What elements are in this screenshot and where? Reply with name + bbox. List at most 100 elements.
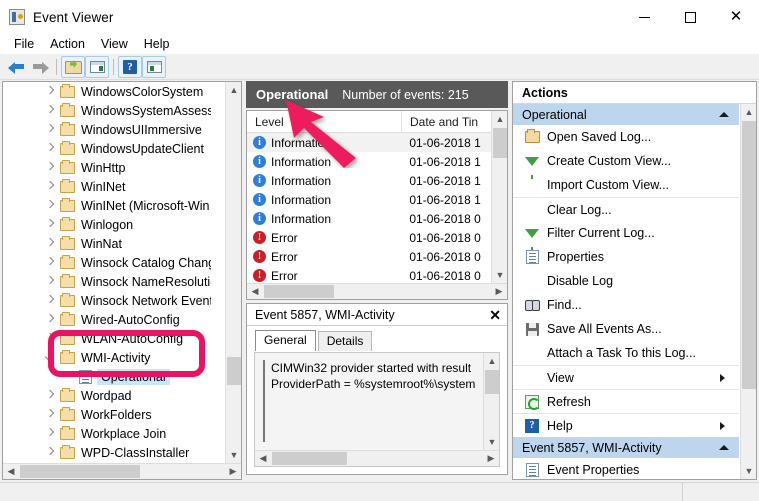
chevron-right-icon[interactable]: [45, 410, 54, 419]
detail-scroll-left-button[interactable]: ◀: [255, 451, 271, 466]
tree-scroll-right-button[interactable]: ▶: [225, 464, 241, 479]
chevron-up-icon[interactable]: [719, 445, 729, 450]
chevron-right-icon[interactable]: [45, 182, 54, 191]
close-icon[interactable]: ✕: [489, 308, 501, 322]
events-scroll-thumb[interactable]: [493, 128, 507, 158]
help-button[interactable]: ?: [118, 55, 142, 78]
action-disable-log[interactable]: Disable Log: [513, 269, 739, 293]
chevron-right-icon[interactable]: [45, 87, 54, 96]
actions-vertical-scrollbar[interactable]: ▲ ▼: [740, 104, 756, 479]
submenu-arrow-icon[interactable]: [720, 421, 725, 430]
tree-item-wlan-autoconfig[interactable]: WLAN-AutoConfig: [3, 329, 211, 348]
tree-item-winlogon[interactable]: Winlogon: [3, 215, 211, 234]
column-header-level[interactable]: Level: [247, 111, 402, 132]
show-hide-action-pane-button[interactable]: [142, 55, 166, 78]
tree-item-windowssystemassessr[interactable]: WindowsSystemAssessr: [3, 101, 211, 120]
chevron-right-icon[interactable]: [45, 277, 54, 286]
detail-scroll-right-button[interactable]: ▶: [483, 451, 499, 466]
close-button[interactable]: ✕: [713, 0, 759, 34]
events-horizontal-scrollbar[interactable]: ◀ ▶: [247, 283, 507, 299]
actions-group-operational[interactable]: Operational: [513, 104, 739, 125]
action-save-all-events-as[interactable]: Save All Events As...: [513, 317, 739, 341]
show-hide-console-tree-button[interactable]: [85, 55, 109, 78]
chevron-right-icon[interactable]: [45, 125, 54, 134]
chevron-right-icon[interactable]: [45, 258, 54, 267]
tree-item-wmi-activity[interactable]: WMI-Activity: [3, 348, 211, 367]
chevron-right-icon[interactable]: [45, 144, 54, 153]
action-filter-current-log[interactable]: Filter Current Log...: [513, 221, 739, 251]
chevron-right-icon[interactable]: [45, 296, 54, 305]
tree-horizontal-scrollbar[interactable]: ◀ ▶: [3, 463, 241, 479]
tree-item-wired-autoconfig[interactable]: Wired-AutoConfig: [3, 310, 211, 329]
table-row[interactable]: ! Error 01-06-2018 0: [247, 247, 491, 266]
table-row[interactable]: i Information 01-06-2018 1: [247, 152, 491, 171]
action-open-saved-log[interactable]: Open Saved Log...: [513, 125, 739, 149]
table-row[interactable]: ! Error 01-06-2018 0: [247, 266, 491, 283]
tree-item-windowscolorsystem[interactable]: WindowsColorSystem: [3, 82, 211, 101]
tree-hscroll-thumb[interactable]: [20, 465, 140, 478]
detail-vertical-scrollbar[interactable]: ▲ ▼: [483, 353, 499, 450]
tree-item-winnat[interactable]: WinNat: [3, 234, 211, 253]
tree-scroll-up-button[interactable]: ▲: [226, 82, 241, 98]
tree-item-windowsupdateclient[interactable]: WindowsUpdateClient: [3, 139, 211, 158]
tab-details[interactable]: Details: [317, 331, 373, 351]
action-refresh[interactable]: Refresh: [513, 389, 739, 413]
chevron-right-icon[interactable]: [45, 315, 54, 324]
detail-horizontal-scrollbar[interactable]: ◀ ▶: [255, 450, 499, 466]
column-header-date[interactable]: Date and Tin: [402, 111, 492, 132]
tree-item-wininet[interactable]: WinINet: [3, 177, 211, 196]
tree-scroll-thumb[interactable]: [227, 357, 241, 385]
menu-item-help[interactable]: Help: [136, 36, 178, 52]
table-row[interactable]: i Information 01-06-2018 1: [247, 133, 491, 152]
chevron-right-icon[interactable]: [45, 163, 54, 172]
table-row[interactable]: i Information 01-06-2018 1: [247, 190, 491, 209]
table-row[interactable]: ! Error 01-06-2018 0: [247, 228, 491, 247]
tree-item-winsock-catalog-chang[interactable]: Winsock Catalog Chang: [3, 253, 211, 272]
maximize-button[interactable]: [667, 0, 713, 34]
tree-scroll-left-button[interactable]: ◀: [3, 464, 19, 479]
back-button[interactable]: [4, 56, 28, 78]
tree-item-workplace-join[interactable]: Workplace Join: [3, 424, 211, 443]
chevron-down-icon[interactable]: [45, 353, 54, 362]
tree-item-winhttp[interactable]: WinHttp: [3, 158, 211, 177]
chevron-right-icon[interactable]: [45, 334, 54, 343]
events-hscroll-thumb[interactable]: [264, 285, 334, 298]
open-folder-button[interactable]: [61, 55, 85, 78]
action-attach-a-task-to-this-log[interactable]: Attach a Task To this Log...: [513, 341, 739, 365]
detail-scroll-down-button[interactable]: ▼: [484, 434, 500, 450]
action-view[interactable]: View: [513, 365, 739, 389]
menu-item-file[interactable]: File: [6, 36, 42, 52]
chevron-right-icon[interactable]: [45, 239, 54, 248]
actions-scroll-thumb[interactable]: [742, 121, 756, 389]
detail-scroll-up-button[interactable]: ▲: [484, 353, 500, 369]
chevron-right-icon[interactable]: [45, 106, 54, 115]
action-find[interactable]: Find...: [513, 293, 739, 317]
chevron-right-icon[interactable]: [45, 448, 54, 457]
menu-item-view[interactable]: View: [93, 36, 136, 52]
tree-item-windowsuiimmersive[interactable]: WindowsUIImmersive: [3, 120, 211, 139]
chevron-right-icon[interactable]: [45, 220, 54, 229]
events-scroll-up-button[interactable]: ▲: [492, 111, 507, 127]
action-create-custom-view[interactable]: Create Custom View...: [513, 149, 739, 179]
submenu-arrow-icon[interactable]: [720, 373, 725, 382]
chevron-right-icon[interactable]: [45, 201, 54, 210]
tree-vertical-scrollbar[interactable]: ▲ ▼: [225, 82, 241, 463]
actions-scroll-down-button[interactable]: ▼: [741, 463, 756, 479]
minimize-button[interactable]: [621, 0, 667, 34]
tab-general[interactable]: General: [255, 330, 316, 351]
tree-item-wininet-microsoft-win[interactable]: WinINet (Microsoft-Win: [3, 196, 211, 215]
tree-item-winsock-nameresolutic[interactable]: Winsock NameResolutic: [3, 272, 211, 291]
table-row[interactable]: i Information 01-06-2018 0: [247, 209, 491, 228]
menu-item-action[interactable]: Action: [42, 36, 93, 52]
chevron-up-icon[interactable]: [719, 112, 729, 117]
detail-scroll-thumb[interactable]: [485, 370, 499, 394]
tree-item-operational[interactable]: Operational: [3, 367, 211, 386]
actions-scroll-up-button[interactable]: ▲: [741, 104, 756, 120]
events-scroll-left-button[interactable]: ◀: [247, 284, 263, 299]
action-event-properties[interactable]: Event Properties: [513, 458, 739, 479]
tree-item-workfolders[interactable]: WorkFolders: [3, 405, 211, 424]
forward-button[interactable]: [28, 56, 52, 78]
chevron-right-icon[interactable]: [45, 391, 54, 400]
action-help[interactable]: ? Help: [513, 413, 739, 437]
action-clear-log[interactable]: Clear Log...: [513, 197, 739, 221]
